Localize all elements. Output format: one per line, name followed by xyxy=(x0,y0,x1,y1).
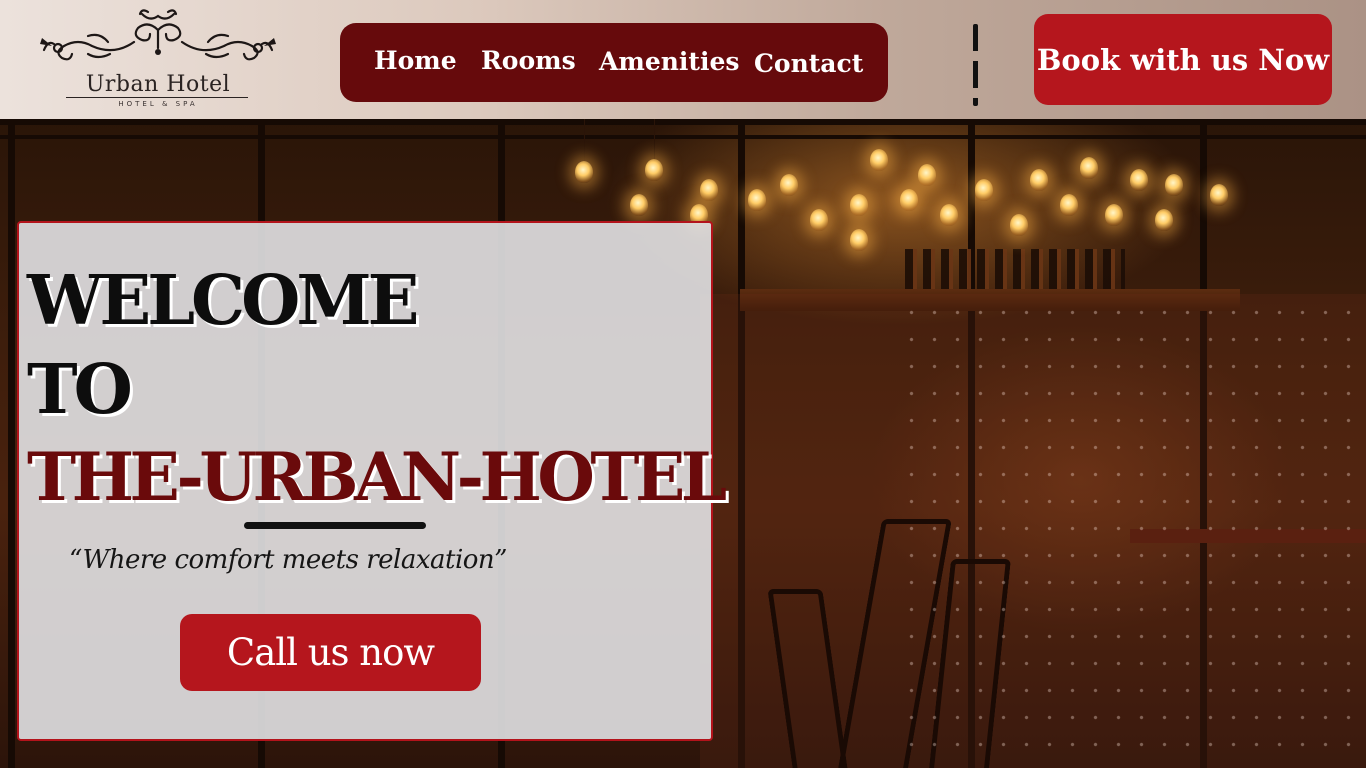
site-header: Urban Hotel HOTEL & SPA Home Rooms Ameni… xyxy=(0,0,1366,119)
welcome-heading-hotel-name: THE-URBAN-HOTEL xyxy=(27,438,727,516)
tagline: “Where comfort meets relaxation” xyxy=(69,545,507,575)
dashed-divider xyxy=(973,24,978,106)
nav-home[interactable]: Home xyxy=(374,46,457,75)
welcome-heading-line-2: TO xyxy=(27,350,133,430)
ornamental-flourish-icon xyxy=(40,9,276,61)
nav-amenities[interactable]: Amenities xyxy=(599,47,739,76)
logo-rule xyxy=(66,97,248,98)
welcome-card: WELCOME TO THE-URBAN-HOTEL “Where comfor… xyxy=(17,221,727,741)
call-us-button[interactable]: Call us now xyxy=(180,614,481,691)
book-now-button[interactable]: Book with us Now xyxy=(1034,14,1332,105)
welcome-heading-line-1: WELCOME xyxy=(27,261,419,341)
nav-contact[interactable]: Contact xyxy=(754,49,863,78)
hotel-logo[interactable]: Urban Hotel HOTEL & SPA xyxy=(38,8,278,112)
main-nav: Home Rooms Amenities Contact xyxy=(340,23,888,102)
logo-name: Urban Hotel xyxy=(85,72,231,97)
heading-underline xyxy=(244,522,426,529)
logo-subtitle: HOTEL & SPA xyxy=(118,100,198,108)
nav-rooms[interactable]: Rooms xyxy=(481,46,576,75)
